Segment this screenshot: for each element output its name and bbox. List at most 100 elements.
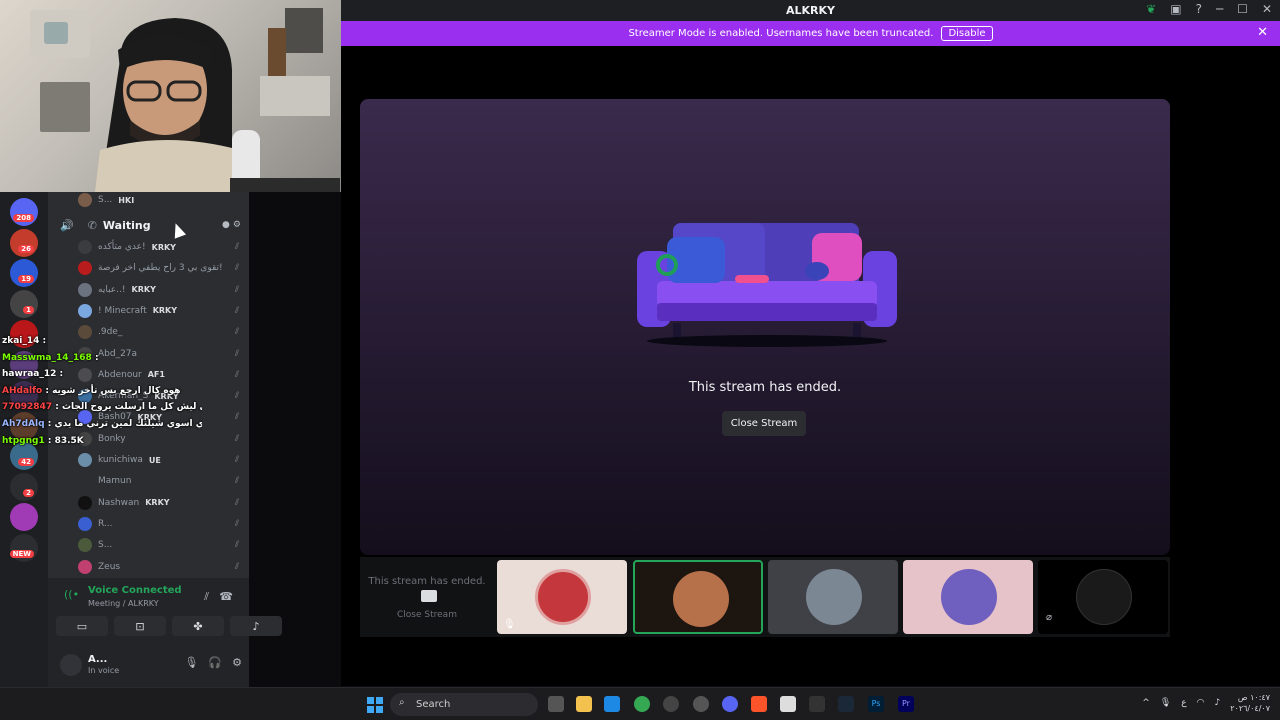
participant-tile-2[interactable]: [633, 560, 763, 634]
member-tag: HKI: [118, 195, 135, 205]
language-indicator[interactable]: ع: [1181, 698, 1186, 708]
brave-icon[interactable]: [751, 696, 767, 712]
member-tag: KRKY: [145, 498, 170, 508]
chat-text: والا شبابي ليش كل ما ارسلت يروح الجاث: [61, 402, 202, 413]
voice-member[interactable]: ! Minecraft KRKY ⫽: [48, 301, 249, 321]
soundboard-button[interactable]: ♪: [230, 616, 282, 636]
task-view-icon[interactable]: [548, 696, 564, 712]
avatar: [78, 538, 92, 553]
voice-member[interactable]: Mamun ⫽: [48, 471, 249, 491]
volume-icon[interactable]: ♪: [1214, 698, 1220, 708]
participant-tile-3[interactable]: [768, 560, 898, 634]
member-tag: KRKY: [152, 306, 178, 316]
voice-member[interactable]: Zeus ⫽: [48, 557, 249, 577]
voice-connected-subtitle[interactable]: Meeting / ALKRKY: [88, 599, 159, 608]
participant-tile-1[interactable]: 🎙: [497, 560, 627, 634]
deafened-icon: ⫽: [234, 518, 239, 529]
server-icon[interactable]: 19: [10, 259, 38, 287]
mute-icon: 🎙: [503, 619, 516, 630]
chat-username: zkai_14: [2, 336, 40, 346]
start-icon[interactable]: [367, 697, 383, 713]
close-banner-icon[interactable]: ✕: [1257, 25, 1268, 40]
maximize-button[interactable]: ☐: [1237, 2, 1248, 16]
participant-tile-5[interactable]: ⌀: [1038, 560, 1168, 634]
screen-share-button[interactable]: ⊡: [114, 616, 166, 636]
minimize-button[interactable]: ─: [1216, 2, 1223, 16]
app-icon[interactable]: [663, 696, 679, 712]
file-explorer-icon[interactable]: [576, 696, 592, 712]
titlebar-controls: ❦ ▣ ? ─ ☐ ✕: [1146, 2, 1272, 16]
headphones-icon[interactable]: 🎧: [208, 656, 222, 669]
chat-message: hawraa_12 :: [2, 369, 64, 380]
clock-date: ٢٠٢٦/٠٤/٠٧: [1230, 704, 1270, 713]
chat-username: Ah7dAlq: [2, 418, 45, 429]
avatar: [78, 240, 92, 254]
search-label: Search: [416, 699, 451, 710]
chrome-icon[interactable]: [634, 696, 650, 712]
server-icon[interactable]: [10, 503, 38, 531]
voice-member[interactable]: S... ⫽: [48, 535, 249, 555]
disable-streamer-mode-button[interactable]: Disable: [941, 26, 993, 41]
server-icon[interactable]: 2: [10, 472, 38, 501]
tile-close-stream-label[interactable]: Close Stream: [362, 610, 492, 620]
current-user[interactable]: A... In voice 🎙 🎧 ⚙: [56, 650, 246, 678]
settings-gear-icon[interactable]: ⚙: [232, 656, 242, 669]
member-name: S...: [98, 195, 113, 205]
close-stream-button[interactable]: Close Stream: [722, 411, 806, 436]
voice-member[interactable]: تقوى بي 3 راح يطفي اخر فرصة! ⫽: [48, 258, 249, 278]
microphone-icon[interactable]: 🎙: [184, 656, 198, 669]
nitro-icon[interactable]: ❦: [1146, 2, 1156, 16]
server-icon[interactable]: 208: [10, 198, 38, 226]
app-icon[interactable]: [809, 696, 825, 712]
chat-username: htpgng1: [2, 435, 45, 446]
chat-username: 77092847: [2, 402, 53, 413]
voice-member[interactable]: R... ⫽: [48, 514, 249, 534]
steam-client-icon[interactable]: [838, 696, 854, 712]
disconnect-icon[interactable]: ☎: [219, 590, 233, 603]
voice-member[interactable]: عبايه..! KRKY ⫽: [48, 280, 249, 300]
app-icon[interactable]: [780, 696, 796, 712]
wifi-icon[interactable]: ◠: [1197, 698, 1205, 708]
noise-suppression-icon[interactable]: ⫽: [204, 590, 209, 604]
deafened-icon: ⫽: [234, 561, 239, 572]
activities-button[interactable]: ✤: [172, 616, 224, 636]
chat-username: hawraa_12: [2, 369, 57, 380]
participant-tile-4[interactable]: [903, 560, 1033, 634]
channel-actions[interactable]: ● ⚙: [222, 220, 241, 230]
inbox-icon[interactable]: ▣: [1170, 2, 1181, 16]
clock[interactable]: ١٠:٤٧ ص ٢٠٢٦/٠٤/٠٧: [1230, 692, 1270, 714]
notification-badge: 1: [23, 305, 34, 314]
camera-toggle-button[interactable]: ▭: [56, 616, 108, 636]
chevron-up-icon[interactable]: ^: [1142, 698, 1150, 708]
chat-text: جاي اسوي شيلتك لمين ترني ما يدي: [54, 418, 202, 429]
store-icon[interactable]: [604, 696, 620, 712]
deafened-icon: ⫽: [234, 476, 239, 487]
photoshop-icon[interactable]: Ps: [868, 696, 884, 712]
voice-member-top[interactable]: S... HKI: [48, 190, 249, 210]
member-name: ! Minecraft: [98, 305, 147, 316]
server-icon[interactable]: 1: [10, 289, 38, 318]
server-icon[interactable]: NEW: [9, 533, 38, 562]
close-window-button[interactable]: ✕: [1262, 2, 1272, 16]
discord-icon[interactable]: [722, 696, 738, 712]
premiere-icon[interactable]: Pr: [898, 696, 914, 712]
help-icon[interactable]: ?: [1196, 2, 1202, 16]
member-name: S...: [98, 540, 113, 551]
ended-stream-tile[interactable]: This stream has ended. Close Stream: [362, 560, 492, 634]
deafened-icon: ⫽: [234, 412, 239, 423]
voice-member[interactable]: عدي متأكده! KRKY ⫽: [48, 237, 249, 257]
member-name: R...: [98, 518, 113, 529]
user-panel: ((• Voice Connected Meeting / ALKRKY ⫽ ☎…: [48, 578, 282, 687]
stream-chat-overlay: zkai_14 : Masswma_14_168 : hawraa_12 : A…: [2, 333, 202, 449]
signal-icon: ((•: [64, 588, 80, 601]
deafened-icon: ⫽: [234, 391, 239, 402]
avatar: [78, 453, 92, 467]
voice-connected-title[interactable]: Voice Connected: [88, 585, 182, 596]
voice-channel-waiting[interactable]: 🔊 ✆ Waiting ● ⚙: [48, 216, 249, 234]
server-icon[interactable]: 26: [10, 228, 38, 257]
taskbar-search[interactable]: ⌕ Search: [390, 693, 538, 716]
steam-icon[interactable]: [693, 696, 709, 712]
voice-member[interactable]: kunichiwa UE ⫽: [48, 450, 249, 470]
mic-tray-icon[interactable]: 🎙: [1160, 698, 1171, 708]
voice-member[interactable]: Nashwan KRKY ⫽: [48, 493, 249, 513]
